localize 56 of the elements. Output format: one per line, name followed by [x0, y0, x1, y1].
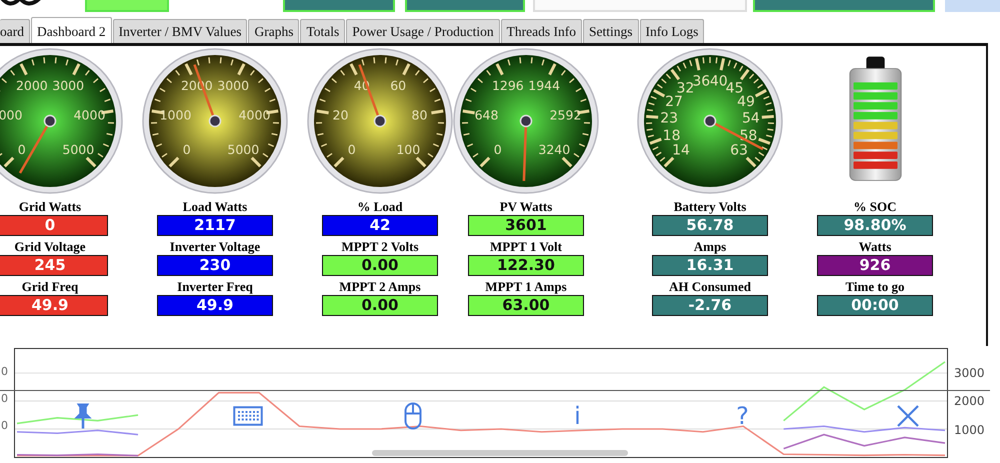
- reading-value: 230: [157, 255, 273, 276]
- reading-label: MPPT 1 Amps: [485, 279, 567, 295]
- reading-label: AH Consumed: [669, 279, 751, 295]
- reading-value: 2117: [157, 215, 273, 236]
- tab[interactable]: Graphs: [248, 19, 300, 43]
- tab[interactable]: Inverter / BMV Values: [112, 19, 248, 43]
- reading-label: MPPT 1 Volt: [490, 239, 562, 255]
- reading-label: MPPT 2 Volts: [341, 239, 419, 255]
- reading-value: 0.00: [322, 295, 438, 316]
- tab[interactable]: Settings: [583, 19, 639, 43]
- toolbar-symbol[interactable]: i: [562, 401, 592, 431]
- reading-value: 49.9: [0, 295, 108, 316]
- reading-label: Load Watts: [182, 199, 248, 215]
- gauge-dial: 1296 1944 648 2592 0 3240: [451, 46, 601, 196]
- axis-label: 0: [1, 392, 9, 405]
- tab[interactable]: oard: [0, 19, 30, 43]
- reading-label: Amps: [694, 239, 726, 255]
- axis-label: 3000: [954, 366, 985, 380]
- reading-value: 00:00: [817, 295, 933, 316]
- scrollbar-handle[interactable]: [372, 450, 628, 456]
- reading-value: 56.78: [652, 215, 768, 236]
- reading-value: 42: [322, 215, 438, 236]
- reading-value: 0.00: [322, 255, 438, 276]
- reading-label: Inverter Freq: [177, 279, 253, 295]
- axis-label: 1000: [954, 422, 985, 436]
- reading-label: Battery Volts: [674, 199, 746, 215]
- reading-value: 0: [0, 215, 108, 236]
- tab[interactable]: Totals: [300, 19, 346, 43]
- reading-label: Time to go: [846, 279, 904, 295]
- reading-value: 16.31: [652, 255, 768, 276]
- reading-label: % Load: [357, 199, 403, 215]
- reading-value: 63.00: [468, 295, 584, 316]
- reading-value: 245: [0, 255, 108, 276]
- reading-label: % SOC: [854, 199, 896, 215]
- tab[interactable]: Threads Info: [500, 19, 582, 43]
- reading-label: Inverter Voltage: [170, 239, 260, 255]
- reading-label: Grid Watts: [18, 199, 82, 215]
- axis-label: 0: [1, 365, 9, 378]
- reading-label: MPPT 2 Amps: [339, 279, 421, 295]
- reading-value: 49.9: [157, 295, 273, 316]
- axis-label: 0: [1, 419, 9, 432]
- tab[interactable]: Info Logs: [640, 19, 704, 43]
- battery-icon: [848, 54, 902, 184]
- reading-label: Grid Freq: [22, 279, 78, 295]
- toolbar-symbol[interactable]: ?: [728, 401, 758, 431]
- reading-value: 98.80%: [817, 215, 933, 236]
- reading-label: Watts: [858, 239, 892, 255]
- reading-value: 122.30: [468, 255, 584, 276]
- axis-label: 2000: [954, 394, 985, 408]
- reading-value: 3601: [468, 215, 584, 236]
- tab[interactable]: Power Usage / Production: [346, 19, 500, 43]
- reading-label: PV Watts: [500, 199, 552, 215]
- reading-value: -2.76: [652, 295, 768, 316]
- reading-label: Grid Voltage: [14, 239, 86, 255]
- reading-value: 926: [817, 255, 933, 276]
- tab[interactable]: Dashboard 2: [31, 17, 112, 43]
